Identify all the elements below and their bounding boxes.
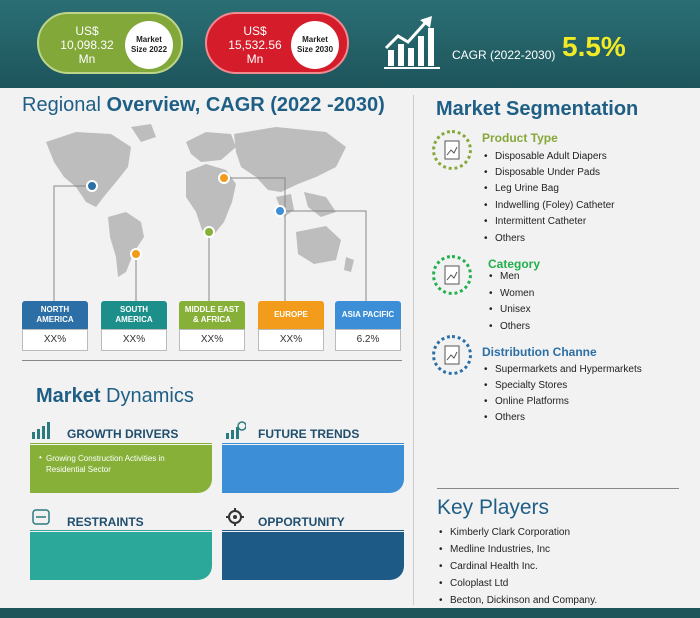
restraints-box <box>30 532 212 580</box>
region-name: MIDDLE EAST & AFRICA <box>179 301 245 329</box>
category-icon <box>432 255 472 295</box>
footer-bar <box>0 608 700 618</box>
product-type-label: Product Type <box>482 131 558 145</box>
region-card-europe[interactable]: EUROPE XX% <box>258 301 324 351</box>
distribution-channel-item: Online Platforms <box>484 396 569 407</box>
future-trends-box <box>222 445 404 493</box>
region-value: XX% <box>22 329 88 351</box>
marker-europe[interactable] <box>218 172 230 184</box>
key-player-item: Becton, Dickinson and Company. <box>439 595 597 606</box>
future-trends-rule <box>222 443 404 444</box>
category-item: Unisex <box>489 304 530 315</box>
section-divider <box>22 360 402 361</box>
future-trends-label: FUTURE TRENDS <box>258 427 360 441</box>
product-type-item: Disposable Adult Diapers <box>484 151 607 162</box>
region-name: NORTH AMERICA <box>22 301 88 329</box>
key-player-item: Cardinal Health Inc. <box>439 561 538 572</box>
marker-north-america[interactable] <box>86 180 98 192</box>
opportunity-label: OPPORTUNITY <box>258 515 345 529</box>
category-item: Others <box>489 321 530 332</box>
product-type-item: Disposable Under Pads <box>484 167 600 178</box>
opportunity-box <box>222 532 404 580</box>
category-label: Category <box>488 257 541 271</box>
marker-middle-east-africa[interactable] <box>203 226 215 238</box>
product-type-icon <box>432 130 472 170</box>
region-value: XX% <box>179 329 245 351</box>
category-item: Women <box>489 288 534 299</box>
growth-drivers-box: Growing Construction Activities in Resid… <box>30 445 212 493</box>
distribution-channel-item: Specialty Stores <box>484 380 567 391</box>
product-type-item: Indwelling (Foley) Catheter <box>484 200 614 211</box>
region-name: SOUTH AMERICA <box>101 301 167 329</box>
region-card-asia-pacific[interactable]: ASIA PACIFIC 6.2% <box>335 301 401 351</box>
product-type-item: Intermittent Catheter <box>484 216 586 227</box>
opportunity-rule <box>222 530 404 531</box>
region-value: 6.2% <box>335 329 401 351</box>
vertical-divider <box>413 95 414 605</box>
marker-asia-pacific[interactable] <box>274 205 286 217</box>
section-divider <box>437 488 679 489</box>
distribution-channel-icon <box>432 335 472 375</box>
key-players-title: Key Players <box>437 496 550 519</box>
market-dynamics-title: Market Dynamics <box>36 385 194 407</box>
key-player-item: Medline Industries, Inc <box>439 544 550 555</box>
growth-driver-item: Growing Construction Activities in Resid… <box>46 454 165 474</box>
product-type-item: Others <box>484 233 525 244</box>
distribution-channel-label: Distribution Channe <box>482 345 597 359</box>
market-segmentation-title: Market Segmentation <box>436 98 639 120</box>
restraints-icon <box>32 509 50 525</box>
growth-drivers-label: GROWTH DRIVERS <box>67 427 179 441</box>
region-card-middle-east-africa[interactable]: MIDDLE EAST & AFRICA XX% <box>179 301 245 351</box>
growth-drivers-icon <box>32 422 50 439</box>
distribution-channel-item: Supermarkets and Hypermarkets <box>484 364 642 375</box>
key-player-item: Coloplast Ltd <box>439 578 508 589</box>
restraints-rule <box>30 530 212 531</box>
category-item: Men <box>489 271 520 282</box>
key-player-item: Kimberly Clark Corporation <box>439 527 570 538</box>
future-trends-icon <box>226 421 246 439</box>
region-name: EUROPE <box>258 301 324 329</box>
region-card-north-america[interactable]: NORTH AMERICA XX% <box>22 301 88 351</box>
region-value: XX% <box>258 329 324 351</box>
opportunity-gear-icon <box>226 508 244 526</box>
growth-driver-bullet: • <box>39 453 42 462</box>
marker-south-america[interactable] <box>130 248 142 260</box>
region-value: XX% <box>101 329 167 351</box>
region-card-south-america[interactable]: SOUTH AMERICA XX% <box>101 301 167 351</box>
cagr-value: 5.5% <box>562 31 626 62</box>
distribution-channel-item: Others <box>484 412 525 423</box>
region-connectors <box>53 177 367 302</box>
growth-drivers-rule <box>30 443 212 444</box>
cagr-label: CAGR (2022-2030) <box>452 48 556 62</box>
restraints-label: RESTRAINTS <box>67 515 144 529</box>
region-name: ASIA PACIFIC <box>335 301 401 329</box>
product-type-item: Leg Urine Bag <box>484 183 559 194</box>
